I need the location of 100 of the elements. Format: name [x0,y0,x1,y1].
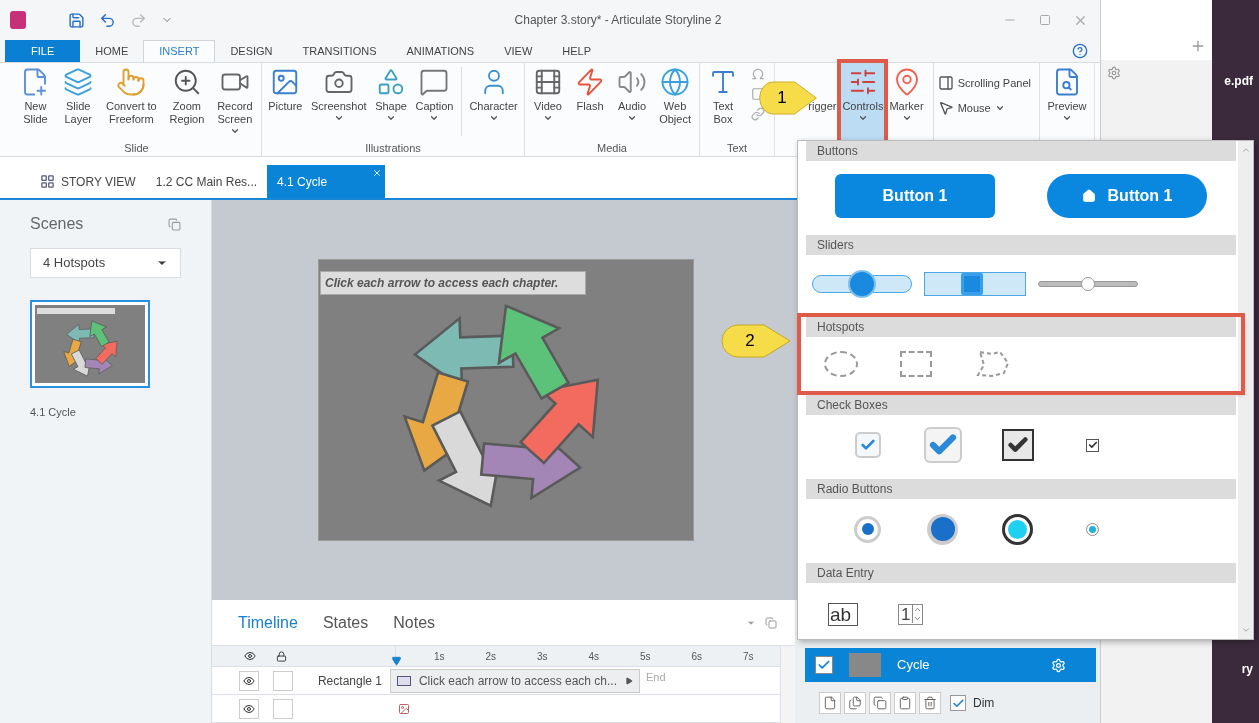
add-icon[interactable] [1190,38,1206,54]
panel-tab[interactable]: States [322,610,369,635]
radio-button[interactable] [1002,513,1033,545]
slide-caption[interactable]: Click each arrow to access each chapter. [320,271,586,295]
ribbon-button[interactable]: Zoom Region [168,63,206,140]
slider[interactable] [924,272,1026,296]
lock-icon[interactable] [276,650,287,662]
radio-button[interactable] [927,513,958,545]
undock-icon[interactable] [765,616,777,629]
ribbon-tab[interactable]: INSERT [143,40,216,62]
sample-button[interactable]: Button 1 [835,174,995,218]
lock-toggle[interactable] [273,698,293,719]
panel-tab[interactable]: Notes [393,610,436,635]
ribbon-button[interactable]: Mouse [937,99,1031,116]
slider-thumb[interactable] [848,270,876,298]
help-icon[interactable] [1072,43,1088,59]
new-layer-icon[interactable] [819,692,841,714]
layers-icon [63,67,94,97]
ribbon-button[interactable]: Scrolling Panel [937,75,1031,92]
scroll-up-icon[interactable] [1240,145,1251,155]
ribbon-button[interactable]: Caption [414,63,455,140]
scrollbar[interactable] [1238,141,1253,639]
time-tick: 2s [485,650,497,664]
document-tab[interactable]: 4.1 Cycle [267,165,386,198]
checkbox-label: Dim [973,695,995,712]
checkbox[interactable] [950,695,966,711]
caption-icon [419,67,450,97]
section-header: Sliders [806,235,1236,255]
ribbon-button[interactable]: Screenshot [310,63,368,140]
document-tab[interactable]: 1.2 CC Main Res... [145,165,268,198]
caret-icon [488,113,499,123]
close-tab-icon[interactable] [372,168,383,178]
checkbox[interactable] [815,656,833,674]
checkbox[interactable] [1086,438,1099,452]
caret-icon [333,113,344,123]
symbol-icon[interactable] [751,67,765,81]
ribbon-button[interactable]: Slide Layer [62,63,95,140]
ribbon-button[interactable]: Convert to Freeform [104,63,158,140]
ribbon-button[interactable]: Shape [374,63,408,140]
delete-icon[interactable] [919,692,941,714]
layer-row[interactable]: Cycle [805,648,1096,682]
ribbon-button[interactable]: New Slide [19,63,52,140]
undo-icon[interactable] [99,11,116,29]
checkbox[interactable] [1001,429,1034,461]
picture-icon [398,702,410,715]
document-tab[interactable]: STORY VIEW [30,165,146,198]
visibility-toggle[interactable] [239,670,259,691]
caret-icon [1062,113,1072,123]
ribbon-button[interactable]: Picture [267,63,304,140]
lock-toggle[interactable] [273,670,293,691]
radio-button[interactable] [1086,522,1099,536]
ribbon-button[interactable]: Text Box [707,63,739,140]
section-header: Buttons [806,141,1236,161]
duplicate-icon[interactable] [844,692,866,714]
undock-icon[interactable] [168,217,181,231]
ribbon-button[interactable]: Video [532,63,564,140]
save-icon[interactable] [68,11,85,29]
slider-thumb[interactable] [961,273,983,295]
playhead-icon[interactable] [391,655,402,666]
hyperlink-icon[interactable] [751,107,765,121]
caret-icon [429,113,440,123]
timeline-bar[interactable]: Click each arrow to access each ch... [390,668,640,693]
ribbon-tab[interactable]: HELP [547,40,607,62]
sample-button[interactable]: Button 1 [1047,174,1207,218]
ribbon-tab[interactable]: TRANSITIONS [287,40,392,62]
ribbon-tab[interactable]: FILE [5,40,81,62]
caret-icon [386,113,397,123]
settings-icon[interactable] [1107,66,1121,80]
scene-dropdown[interactable]: 4 Hotspots [30,248,181,278]
number-entry-sample[interactable]: 1 [898,603,924,625]
ribbon-button[interactable]: Audio [616,63,649,140]
slide-thumbnail[interactable] [30,300,150,388]
redo-icon[interactable] [130,11,147,29]
numbered-callout: 2 [720,323,792,359]
slider-thumb[interactable] [1081,277,1095,291]
slider[interactable] [812,269,912,299]
paste-icon[interactable] [894,692,916,714]
film-icon [533,67,563,97]
eye-icon[interactable] [244,650,256,662]
ribbon-button[interactable]: Flash [574,63,607,140]
visibility-toggle[interactable] [239,698,259,719]
scroll-down-icon[interactable] [1240,625,1251,635]
ribbon-tab[interactable]: DESIGN [215,40,288,62]
ribbon-tab[interactable]: VIEW [489,40,548,62]
panel-tab[interactable]: Timeline [238,610,298,635]
time-tick: 5s [640,650,651,664]
ribbon-button[interactable]: Character [468,63,519,140]
ribbon-tab[interactable]: HOME [80,40,144,62]
oval-hotspot[interactable] [824,351,858,377]
checkmark-icon [951,696,965,710]
maximize-icon[interactable] [1039,14,1051,26]
rectangle-hotspot[interactable] [900,351,932,377]
text-entry-sample[interactable]: ab [828,602,858,626]
freeform-hotspot[interactable] [974,349,1010,379]
scrollbar[interactable] [780,646,795,723]
copy-icon[interactable] [869,692,891,714]
ribbon-button[interactable]: Web Object [658,63,692,140]
ribbon-tab[interactable]: ANIMATIONS [391,40,490,62]
ribbon-button[interactable]: Record Screen [216,63,254,140]
app-logo [10,11,26,29]
